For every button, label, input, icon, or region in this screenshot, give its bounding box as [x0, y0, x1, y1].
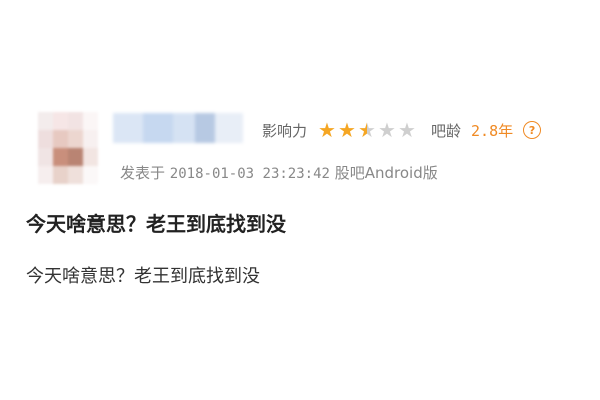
client-source: 股吧Android版	[334, 164, 438, 182]
post-body: 今天啥意思？老王到底找到没	[26, 266, 260, 287]
star-half-icon: ★	[358, 118, 376, 142]
star-icon: ★	[378, 118, 396, 142]
username[interactable]	[113, 113, 243, 143]
star-icon: ★	[338, 118, 356, 142]
posted-time: 2018-01-03 23:23:42	[169, 166, 330, 182]
post-title: 今天啥意思？老王到底找到没	[26, 212, 286, 236]
bar-age-label: 吧龄	[431, 121, 462, 140]
avatar[interactable]	[38, 112, 98, 184]
bar-age-value: 2.8年	[471, 121, 514, 140]
help-circle-icon[interactable]: ?	[523, 121, 542, 139]
post-meta: 发表于 2018-01-03 23:23:42 股吧Android版	[120, 162, 438, 183]
post-card: 影响力 ★ ★ ★ ★ ★ 吧龄 2.8年 ? 发表于 2018-01-03 2…	[0, 0, 600, 400]
user-stats: 影响力 ★ ★ ★ ★ ★ 吧龄 2.8年 ?	[262, 118, 542, 142]
star-icon: ★	[398, 118, 416, 142]
posted-prefix: 发表于	[120, 164, 166, 182]
star-icon: ★	[318, 118, 336, 142]
influence-rating: ★ ★ ★ ★ ★	[317, 120, 417, 140]
influence-label: 影响力	[262, 121, 308, 140]
